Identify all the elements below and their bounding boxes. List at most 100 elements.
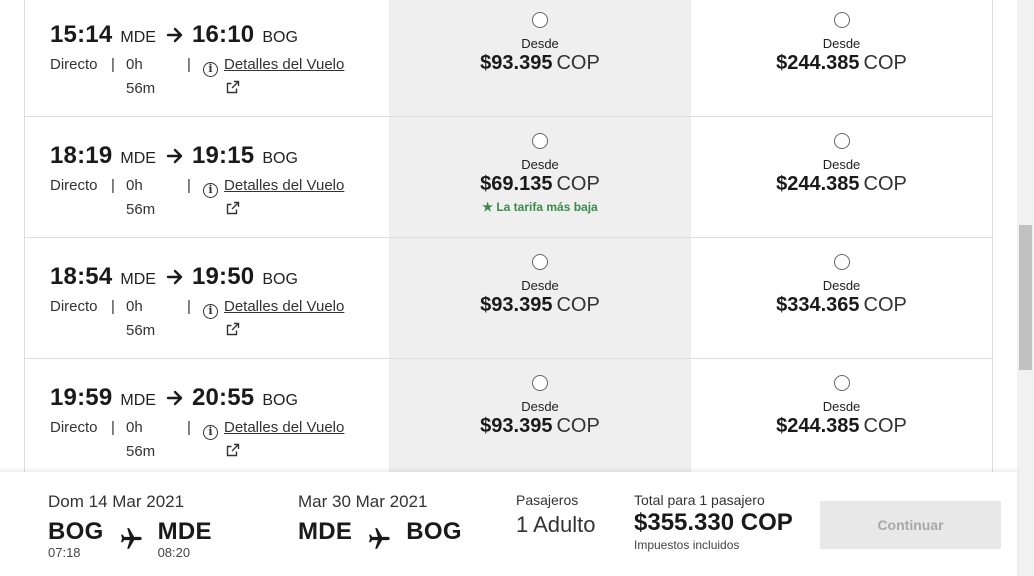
info-icon[interactable]: i (203, 183, 218, 198)
fare-currency: COP (863, 52, 907, 74)
arrival-code: BOG (262, 271, 298, 288)
separator: | (111, 177, 115, 194)
duration-minutes: 56m (126, 80, 156, 97)
external-link-icon[interactable] (226, 443, 240, 457)
duration-minutes: 56m (126, 201, 156, 218)
fare-option-content: Desde $93.395 COP (389, 12, 691, 79)
separator: | (187, 298, 191, 315)
fare-radio-button[interactable] (532, 133, 548, 149)
fare-radio-button[interactable] (833, 12, 850, 28)
outbound-origin-code: BOG (48, 518, 104, 545)
departure-code: MDE (120, 29, 156, 46)
info-icon[interactable]: i (203, 425, 218, 440)
fare-option-plus[interactable]: Desde $244.385 COP (691, 0, 992, 116)
fare-from-label: Desde (521, 157, 559, 172)
fare-from-label: Desde (521, 36, 559, 51)
info-icon[interactable]: i (203, 304, 218, 319)
fare-from-label: Desde (822, 36, 861, 51)
external-link-icon[interactable] (226, 80, 240, 94)
duration-hours: 0h (126, 177, 143, 194)
page-scrollbar[interactable] (1017, 0, 1034, 576)
fare-option-content: Desde $93.395 COP (389, 375, 691, 442)
fare-option-basic[interactable]: Desde $93.395 COP (389, 238, 691, 358)
outbound-leg: Dom 14 Mar 2021 BOG 07:18 MDE 08:20 (48, 492, 212, 560)
fare-currency: COP (863, 294, 907, 316)
passengers-value: 1 Adulto (516, 512, 596, 537)
flight-details-link[interactable]: Detalles del Vuelo (224, 419, 344, 436)
fare-currency: COP (556, 52, 600, 74)
arrival-time: 19:50 (191, 263, 255, 290)
fare-from-label: Desde (822, 278, 861, 293)
fare-price: $93.395 COP (389, 415, 691, 438)
return-date: Mar 30 Mar 2021 (298, 492, 428, 511)
fare-radio-button[interactable] (833, 133, 850, 149)
outbound-destination-time: 08:20 (157, 545, 191, 560)
arrow-right-icon (166, 147, 184, 165)
return-origin-code: MDE (298, 518, 353, 545)
separator: | (187, 419, 191, 436)
fare-option-basic[interactable]: Desde $69.135 COP ★ La tarifa más baja (389, 117, 691, 237)
info-icon[interactable]: i (203, 62, 218, 77)
outbound-origin: BOG 07:18 (48, 518, 104, 560)
continue-button[interactable]: Continuar (820, 501, 1001, 549)
flight-times: 18:19 MDE 19:15 BOG (50, 142, 298, 170)
external-link-icon[interactable] (226, 322, 240, 336)
fare-price: $244.385 COP (691, 415, 992, 438)
flight-info: 18:19 MDE 19:15 BOG Directo | 0h 56m | i… (25, 117, 389, 237)
departure-time: 18:19 (50, 142, 113, 169)
passengers-label: Pasajeros (516, 492, 579, 508)
flight-details-link[interactable]: Detalles del Vuelo (224, 298, 344, 315)
fare-option-content: Desde $69.135 COP ★ La tarifa más baja (389, 133, 691, 214)
flight-type: Directo (50, 419, 98, 436)
fare-option-content: Desde $244.385 COP (691, 12, 992, 75)
flight-row: 15:14 MDE 16:10 BOG Directo | 0h 56m | i… (25, 0, 992, 117)
fare-currency: COP (556, 294, 600, 316)
separator: | (111, 298, 115, 315)
departure-time: 18:54 (50, 263, 113, 290)
fare-amount: $93.395 (480, 415, 553, 437)
departure-code: MDE (120, 271, 156, 288)
fare-radio-button[interactable] (833, 254, 850, 270)
external-link-icon[interactable] (226, 201, 240, 215)
fare-amount: $244.385 (776, 52, 860, 74)
fare-currency: COP (863, 173, 907, 195)
fare-amount: $93.395 (480, 294, 553, 316)
fare-radio-button[interactable] (532, 375, 548, 391)
fare-option-content: Desde $244.385 COP (691, 133, 992, 196)
fare-from-label: Desde (822, 157, 861, 172)
flight-times: 18:54 MDE 19:50 BOG (50, 263, 298, 291)
arrow-right-icon (166, 26, 184, 44)
fare-price: $69.135 COP (389, 173, 691, 196)
arrival-code: BOG (262, 29, 298, 46)
fare-radio-button[interactable] (532, 12, 548, 28)
fare-option-plus[interactable]: Desde $244.385 COP (691, 359, 992, 479)
flight-details-link[interactable]: Detalles del Vuelo (224, 56, 344, 73)
flight-type: Directo (50, 298, 98, 315)
flight-details-link[interactable]: Detalles del Vuelo (224, 177, 344, 194)
plane-icon (118, 526, 144, 552)
scrollbar-thumb[interactable] (1019, 225, 1032, 370)
departure-time: 15:14 (50, 21, 113, 48)
fare-currency: COP (863, 415, 907, 437)
fare-price: $334.365 COP (691, 294, 992, 317)
flight-times: 19:59 MDE 20:55 BOG (50, 384, 298, 412)
fare-option-plus[interactable]: Desde $244.385 COP (691, 117, 992, 237)
fare-from-label: Desde (521, 278, 559, 293)
fare-radio-button[interactable] (833, 375, 850, 391)
fare-option-basic[interactable]: Desde $93.395 COP (389, 359, 691, 479)
flight-type: Directo (50, 177, 98, 194)
flight-row: 19:59 MDE 20:55 BOG Directo | 0h 56m | i… (25, 359, 992, 480)
fare-price: $244.385 COP (691, 52, 992, 75)
fare-option-plus[interactable]: Desde $334.365 COP (691, 238, 992, 358)
fare-amount: $244.385 (776, 415, 860, 437)
return-route: MDE BOG (298, 518, 462, 552)
fare-option-basic[interactable]: Desde $93.395 COP (389, 0, 691, 116)
arrow-right-icon (166, 389, 184, 407)
fare-price: $244.385 COP (691, 173, 992, 196)
return-leg: Mar 30 Mar 2021 MDE BOG (298, 492, 462, 549)
fare-radio-button[interactable] (532, 254, 548, 270)
outbound-route: BOG 07:18 MDE 08:20 (48, 518, 212, 560)
fare-from-label: Desde (822, 399, 861, 414)
booking-summary-bar: Dom 14 Mar 2021 BOG 07:18 MDE 08:20 Mar … (0, 472, 1017, 576)
arrival-code: BOG (262, 150, 298, 167)
